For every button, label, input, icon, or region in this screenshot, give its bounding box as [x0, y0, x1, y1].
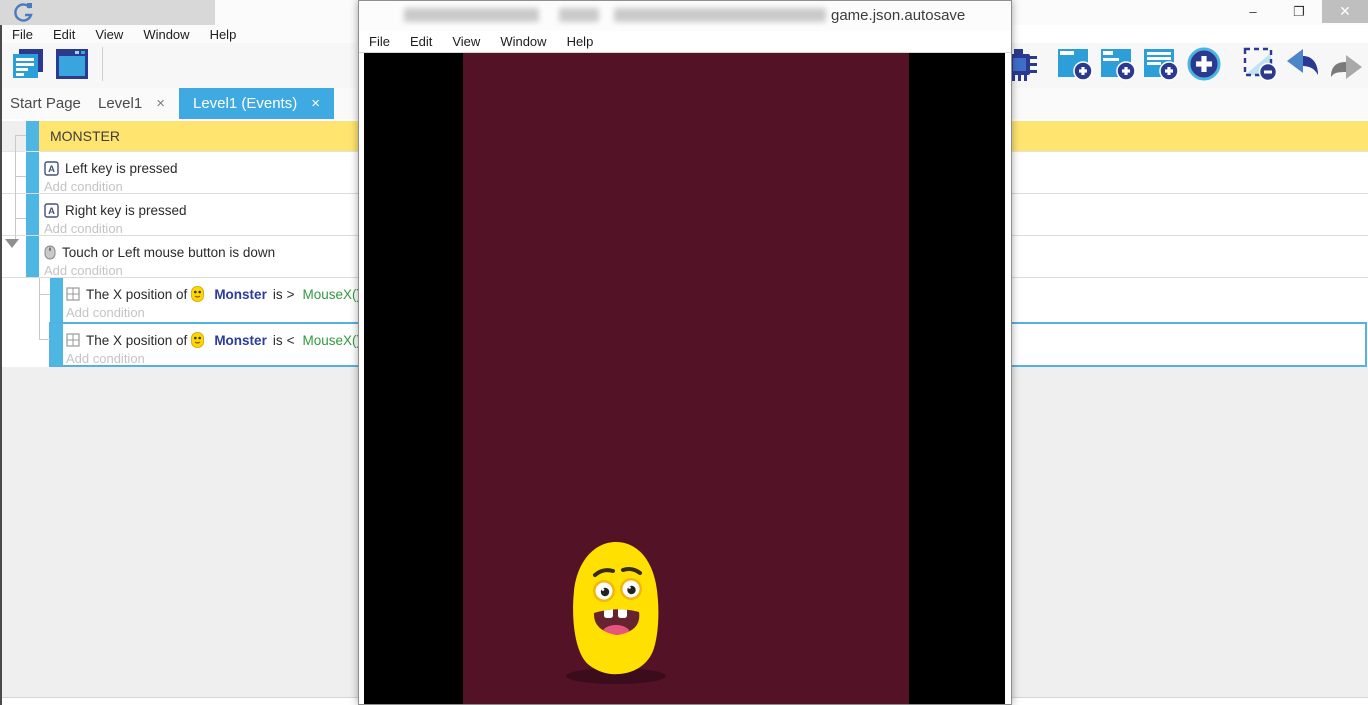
menu-view[interactable]: View — [85, 27, 133, 42]
event-drag-handle[interactable] — [26, 236, 39, 277]
event-drag-handle[interactable] — [26, 194, 39, 235]
start-page-icon[interactable] — [54, 46, 90, 82]
tab-close-icon[interactable]: × — [311, 95, 320, 112]
preview-menubar: File Edit View Window Help — [359, 31, 1011, 53]
keyboard-icon: A — [44, 203, 59, 218]
menu-window[interactable]: Window — [133, 27, 199, 42]
tab-level1-events[interactable]: Level1 (Events) × — [179, 88, 334, 119]
svg-text:A: A — [48, 164, 55, 175]
object-name: Monster — [214, 333, 267, 348]
event-drag-handle[interactable] — [50, 322, 63, 367]
keyboard-icon: A — [44, 161, 59, 176]
add-event-icon[interactable] — [1056, 45, 1094, 83]
project-manager-icon[interactable] — [10, 46, 46, 82]
delete-event-icon[interactable] — [1241, 45, 1279, 83]
tree-line — [39, 278, 40, 340]
condition-text: Right key is pressed — [65, 203, 187, 218]
window-left-border — [0, 25, 2, 705]
tree-line — [15, 176, 26, 177]
tree-line — [15, 218, 26, 219]
preview-title: game.json.autosave — [831, 7, 965, 24]
event-drag-handle[interactable] — [26, 121, 39, 151]
redacted-title-text — [404, 8, 539, 22]
menu-edit[interactable]: Edit — [43, 27, 85, 42]
add-more-icon[interactable] — [1185, 45, 1223, 83]
tree-line — [39, 294, 50, 295]
menu-window[interactable]: Window — [490, 34, 556, 49]
undo-icon[interactable] — [1284, 47, 1322, 81]
window-controls: – ❐ ✕ — [1230, 0, 1368, 23]
game-stage-background — [463, 53, 909, 704]
game-preview-window: game.json.autosave File Edit View Window… — [358, 0, 1012, 705]
menu-help[interactable]: Help — [557, 34, 604, 49]
monster-object-icon — [191, 286, 204, 302]
condition-text: is — [273, 333, 283, 348]
menu-help[interactable]: Help — [200, 27, 247, 42]
position-icon — [66, 333, 80, 347]
app-logo-block — [0, 0, 215, 25]
tree-line — [39, 339, 50, 340]
svg-text:A: A — [48, 206, 55, 217]
condition-text: is — [273, 287, 283, 302]
tab-label: Level1 — [98, 95, 142, 112]
minimize-button[interactable]: – — [1230, 0, 1276, 23]
menu-file[interactable]: File — [359, 34, 400, 49]
operator: > — [287, 287, 295, 302]
monster-sprite — [561, 536, 671, 686]
collapse-arrow-icon[interactable] — [5, 239, 19, 248]
tab-close-icon[interactable]: × — [156, 95, 165, 112]
restore-button[interactable]: ❐ — [1276, 0, 1322, 23]
preview-titlebar[interactable]: game.json.autosave — [359, 1, 1011, 31]
object-name: Monster — [214, 287, 267, 302]
debugger-icon[interactable] — [1008, 45, 1038, 83]
operator: < — [287, 333, 295, 348]
tab-label: Level1 (Events) — [193, 95, 297, 112]
position-icon — [66, 287, 80, 301]
main-menubar: File Edit View Window Help — [2, 25, 358, 43]
redacted-title-text — [559, 8, 599, 22]
condition-text: Left key is pressed — [65, 161, 178, 176]
monster-object-icon — [191, 332, 204, 348]
tab-label: Start Page — [10, 95, 81, 112]
menu-view[interactable]: View — [442, 34, 490, 49]
tab-start-page[interactable]: Start Page — [10, 88, 81, 119]
tab-level1[interactable]: Level1 × — [98, 88, 165, 119]
add-comment-icon[interactable] — [1142, 45, 1180, 83]
event-drag-handle[interactable] — [50, 278, 63, 322]
close-button[interactable]: ✕ — [1322, 0, 1368, 23]
menu-edit[interactable]: Edit — [400, 34, 442, 49]
condition-text: The X position of — [86, 333, 187, 348]
redacted-title-text — [614, 8, 826, 22]
tree-line — [15, 135, 16, 243]
add-sub-event-icon[interactable] — [1099, 45, 1137, 83]
menu-file[interactable]: File — [2, 27, 43, 42]
redo-icon[interactable] — [1327, 47, 1365, 81]
game-viewport[interactable] — [364, 53, 1005, 704]
gdevelop-ide-window: – ❐ ✕ File Edit View Window Help — [0, 0, 1368, 705]
condition-text: Touch or Left mouse button is down — [62, 245, 275, 260]
mouse-icon — [44, 245, 56, 260]
condition-text: The X position of — [86, 287, 187, 302]
comment-text: MONSTER — [50, 128, 120, 144]
tree-line — [15, 135, 26, 136]
toolbar-separator — [102, 47, 103, 81]
event-drag-handle[interactable] — [26, 152, 39, 193]
gdevelop-logo-icon — [12, 2, 34, 23]
